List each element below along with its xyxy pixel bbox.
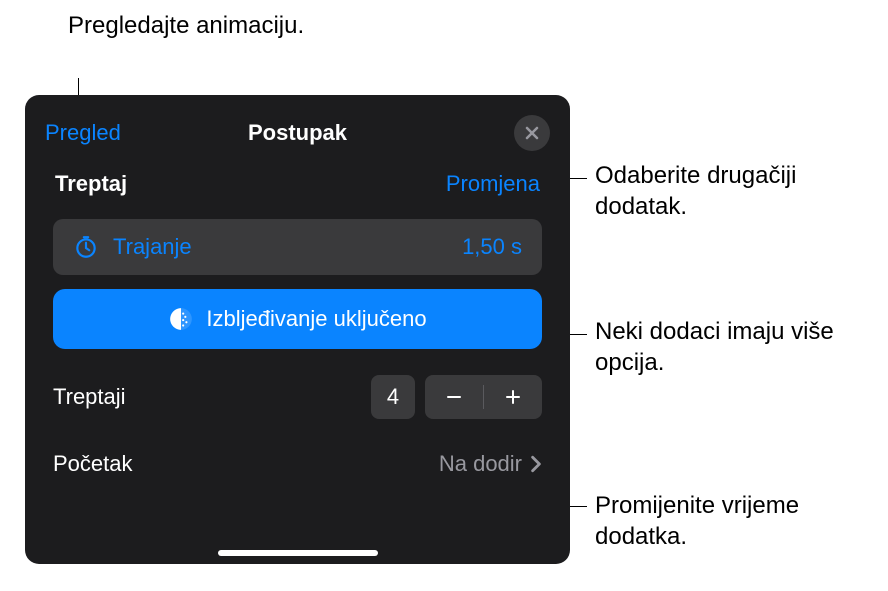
- callout-options: Neki dodaci imaju više opcija.: [595, 316, 888, 378]
- callout-preview: Pregledajte animaciju.: [68, 10, 304, 41]
- callout-timing-text: Promijenite vrijeme dodatka.: [595, 492, 799, 550]
- minus-icon: [444, 387, 464, 407]
- stepper-group: 4: [371, 375, 542, 419]
- duration-label: Trajanje: [113, 234, 448, 260]
- blinks-stepper: [425, 375, 542, 419]
- start-value: Na dodir: [439, 451, 522, 477]
- start-value-group: Na dodir: [439, 451, 542, 477]
- stepper-plus-button[interactable]: [484, 375, 542, 419]
- callout-options-text: Neki dodaci imaju više opcija.: [595, 318, 834, 376]
- callout-preview-text: Pregledajte animaciju.: [68, 12, 304, 39]
- close-button[interactable]: [514, 115, 550, 151]
- preview-button[interactable]: Pregled: [45, 120, 121, 146]
- duration-value: 1,50 s: [462, 234, 522, 260]
- start-label: Početak: [53, 451, 133, 477]
- change-button[interactable]: Promjena: [446, 171, 540, 197]
- callout-change-text: Odaberite drugačiji dodatak.: [595, 162, 796, 220]
- blinks-count: 4: [371, 375, 415, 419]
- close-icon: [524, 125, 540, 141]
- action-panel: Pregled Postupak Treptaj Promjena Trajan…: [25, 95, 570, 564]
- panel-header: Pregled Postupak: [25, 113, 570, 153]
- blinks-row: Treptaji 4: [25, 363, 570, 431]
- blinks-label: Treptaji: [53, 384, 126, 410]
- timer-icon: [73, 234, 99, 260]
- effect-name: Treptaj: [55, 171, 127, 197]
- fade-toggle-button[interactable]: Izbljeđivanje uključeno: [53, 289, 542, 349]
- duration-row[interactable]: Trajanje 1,50 s: [53, 219, 542, 275]
- effect-row: Treptaj Promjena: [25, 153, 570, 211]
- callout-change: Odaberite drugačiji dodatak.: [595, 160, 888, 222]
- plus-icon: [503, 387, 523, 407]
- fade-label: Izbljeđivanje uključeno: [206, 306, 426, 332]
- chevron-right-icon: [530, 455, 542, 473]
- home-indicator: [218, 550, 378, 556]
- callout-timing: Promijenite vrijeme dodatka.: [595, 490, 888, 552]
- start-row[interactable]: Početak Na dodir: [25, 431, 570, 491]
- fade-icon: [168, 306, 194, 332]
- panel-title: Postupak: [248, 120, 347, 146]
- stepper-minus-button[interactable]: [425, 375, 483, 419]
